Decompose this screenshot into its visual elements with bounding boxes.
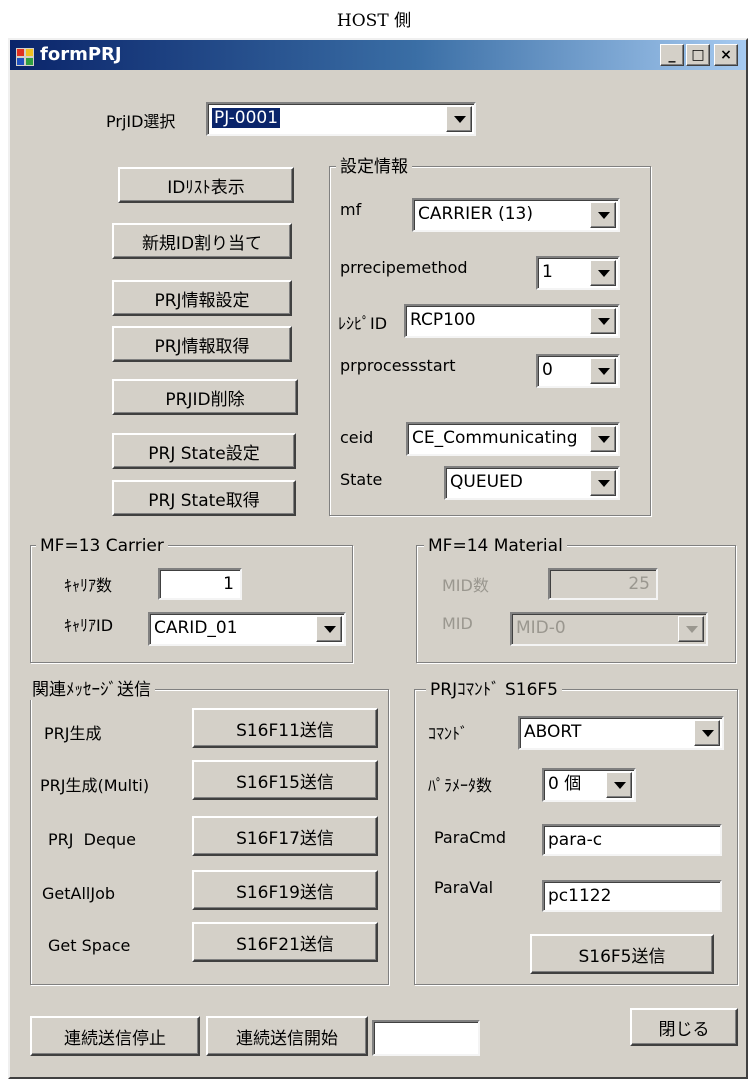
- title-bar: formPRJ _ □ ×: [10, 40, 746, 70]
- msg-label-getspace: Get Space: [48, 936, 131, 955]
- s16f5-send-button[interactable]: S16F5送信: [530, 934, 714, 974]
- s16f21-send-button[interactable]: S16F21送信: [192, 922, 378, 962]
- prprocessstart-value: 0: [542, 360, 553, 380]
- carrier-legend: MF=13 Carrier: [36, 536, 168, 556]
- recipe-id-select[interactable]: RCP100: [404, 304, 620, 338]
- continuous-send-start-button[interactable]: 連続送信開始: [206, 1016, 368, 1056]
- recipe-id-value: RCP100: [410, 310, 476, 330]
- s16f11-send-button[interactable]: S16F11送信: [192, 708, 378, 748]
- carrier-count-label: ｷｬﾘｱ数: [64, 576, 113, 595]
- chevron-down-icon[interactable]: [606, 772, 632, 798]
- state-label: State: [340, 470, 383, 489]
- ceid-label: ceid: [340, 428, 374, 447]
- command-legend: PRJｺﾏﾝﾄﾞ S16F5: [426, 680, 562, 700]
- carrier-count-field[interactable]: 1: [158, 568, 242, 600]
- prrecipemethod-value: 1: [542, 262, 553, 282]
- prrecipemethod-select[interactable]: 1: [536, 256, 620, 290]
- state-value: QUEUED: [450, 472, 523, 492]
- mf-label: mf: [340, 200, 362, 219]
- mid-select: MID-0: [510, 612, 708, 646]
- prjid-label: PrjID選択: [106, 112, 176, 131]
- s16f19-send-button[interactable]: S16F19送信: [192, 870, 378, 910]
- prjid-select[interactable]: PJ-0001: [206, 102, 476, 136]
- chevron-down-icon[interactable]: [590, 260, 616, 286]
- command-label: ｺﾏﾝﾄﾞ: [428, 724, 469, 743]
- prj-info-get-button[interactable]: PRJ情報取得: [112, 326, 292, 362]
- mid-value: MID-0: [516, 618, 566, 638]
- ceid-select[interactable]: CE_Communicating: [406, 422, 620, 456]
- msg-label-getalljob: GetAllJob: [42, 884, 116, 903]
- interval-field[interactable]: [372, 1020, 480, 1056]
- mid-count-field: 25: [548, 568, 658, 600]
- s16f17-send-button[interactable]: S16F17送信: [192, 816, 378, 856]
- prprocessstart-label: prprocessstart: [340, 356, 456, 375]
- paraval-field[interactable]: pc1122: [542, 880, 722, 912]
- carrier-id-select[interactable]: CARID_01: [148, 612, 346, 646]
- msg-label-prj-create-multi: PRJ生成(Multi): [40, 776, 150, 795]
- prrecipemethod-label: prrecipemethod: [340, 258, 468, 277]
- command-value: ABORT: [524, 722, 582, 742]
- ceid-value: CE_Communicating: [412, 428, 578, 448]
- paraval-label: ParaVal: [434, 878, 494, 897]
- paracmd-field[interactable]: para-c: [542, 824, 722, 856]
- mf-value: CARRIER (13): [418, 204, 533, 224]
- close-button[interactable]: 閉じる: [630, 1008, 738, 1046]
- command-select[interactable]: ABORT: [518, 716, 724, 750]
- page-caption: HOST 側: [336, 11, 412, 31]
- msg-label-prj-create: PRJ生成: [44, 724, 102, 743]
- chevron-down-icon[interactable]: [590, 202, 616, 228]
- material-legend: MF=14 Material: [424, 536, 567, 556]
- settings-legend: 設定情報: [336, 157, 412, 177]
- mid-count-label: MID数: [442, 576, 489, 595]
- chevron-down-icon[interactable]: [446, 106, 472, 132]
- prjid-delete-button[interactable]: PRJID削除: [112, 379, 298, 415]
- new-id-assign-button[interactable]: 新規ID割り当て: [112, 223, 292, 259]
- mid-label: MID: [442, 614, 473, 633]
- app-icon: [16, 46, 34, 66]
- chevron-down-icon[interactable]: [590, 470, 616, 496]
- window-title: formPRJ: [40, 44, 122, 65]
- state-select[interactable]: QUEUED: [444, 466, 620, 500]
- id-list-button[interactable]: IDﾘｽﾄ表示: [118, 167, 294, 203]
- messages-legend: 関連ﾒｯｾｰｼﾞ送信: [28, 680, 155, 700]
- prjid-value: PJ-0001: [212, 108, 281, 128]
- chevron-down-icon[interactable]: [590, 358, 616, 384]
- chevron-down-icon[interactable]: [694, 720, 720, 746]
- msg-label-prj-deque: PRJ Deque: [48, 830, 136, 849]
- carrier-id-label: ｷｬﾘｱID: [64, 616, 114, 635]
- param-count-label: ﾊﾟﾗﾒｰﾀ数: [428, 776, 493, 795]
- prj-info-set-button[interactable]: PRJ情報設定: [112, 280, 292, 316]
- minimize-button[interactable]: _: [660, 44, 684, 66]
- carrier-id-value: CARID_01: [154, 618, 238, 638]
- continuous-send-stop-button[interactable]: 連続送信停止: [30, 1016, 200, 1056]
- chevron-down-icon: [678, 616, 704, 642]
- prprocessstart-select[interactable]: 0: [536, 354, 620, 388]
- s16f15-send-button[interactable]: S16F15送信: [192, 760, 378, 800]
- chevron-down-icon[interactable]: [590, 426, 616, 452]
- chevron-down-icon[interactable]: [590, 308, 616, 334]
- param-count-value: 0 個: [548, 774, 582, 794]
- prj-state-get-button[interactable]: PRJ State取得: [112, 480, 296, 516]
- param-count-select[interactable]: 0 個: [542, 768, 636, 802]
- prj-state-set-button[interactable]: PRJ State設定: [112, 433, 296, 469]
- close-icon[interactable]: ×: [714, 44, 738, 66]
- recipe-id-label: ﾚｼﾋﾟID: [338, 314, 388, 333]
- paracmd-label: ParaCmd: [434, 828, 507, 847]
- maximize-button[interactable]: □: [686, 44, 710, 66]
- chevron-down-icon[interactable]: [316, 616, 342, 642]
- mf-select[interactable]: CARRIER (13): [412, 198, 620, 232]
